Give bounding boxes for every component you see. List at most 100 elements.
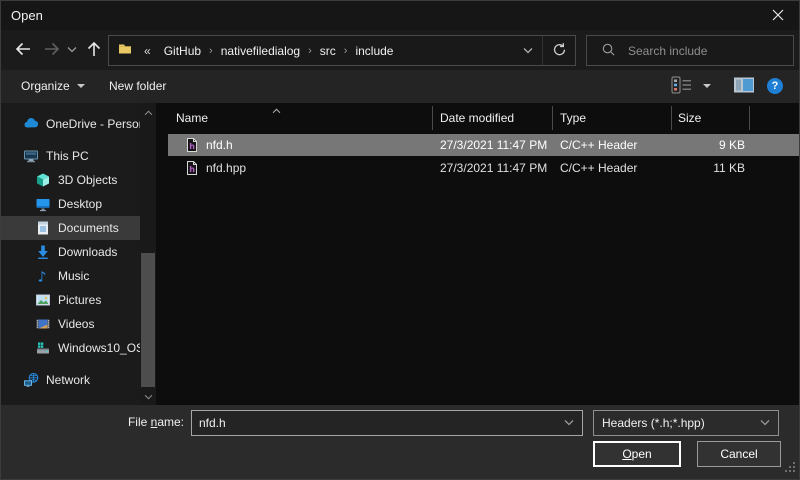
file-name-cell: hnfd.hpp (168, 160, 433, 176)
documents-icon (35, 220, 51, 236)
titlebar: Open (1, 1, 799, 30)
arrow-left-icon (13, 39, 33, 62)
sidebar-item-label: Windows10_OS ( (58, 341, 141, 355)
file-row-nfd-hpp[interactable]: hnfd.hpp27/3/2021 11:47 PMC/C++ Header11… (168, 157, 799, 179)
change-view-dropdown-button[interactable] (695, 70, 719, 102)
breadcrumb-item-src[interactable]: src (312, 44, 344, 58)
sidebar-item-desktop[interactable]: Desktop (1, 192, 141, 216)
sidebar-item-label: Network (46, 373, 90, 387)
preview-pane-button[interactable] (725, 70, 763, 102)
sidebar-item-onedrive-persor[interactable]: OneDrive - Persor (1, 112, 141, 136)
chevron-down-icon (67, 43, 77, 57)
column-header-row: Name Date modified Type Size (168, 103, 799, 133)
file-name-text: nfd.h (206, 138, 233, 152)
sidebar-item-label: Documents (58, 221, 119, 235)
refresh-button[interactable] (542, 36, 575, 65)
file-date-cell: 27/3/2021 11:47 PM (433, 138, 553, 152)
organize-label: Organize (21, 79, 70, 93)
onedrive-icon (23, 116, 39, 132)
new-folder-button[interactable]: New folder (101, 70, 174, 102)
folder-icon (117, 41, 133, 60)
sidebar-item-label: OneDrive - Persor (46, 117, 141, 131)
toolbar: Organize New folder ? (1, 70, 799, 104)
organize-button[interactable]: Organize (13, 70, 93, 102)
file-list: Name Date modified Type Size h nfd.h 27/3/… (156, 103, 799, 405)
column-header-date-modified[interactable]: Date modified (433, 103, 553, 133)
sidebar-item-windows10-os[interactable]: Windows10_OS ( (1, 336, 141, 360)
music-icon: ♪ (35, 268, 51, 284)
sidebar-section: This PC 3D Objects Desktop Documents Downloa… (1, 144, 156, 360)
preview-pane-icon (733, 76, 755, 97)
drive-icon (35, 340, 51, 356)
file-h-icon: h (184, 137, 200, 153)
file-name-dropdown-button[interactable] (556, 411, 582, 435)
up-button[interactable] (81, 37, 107, 63)
file-name-text: nfd.hpp (206, 161, 246, 175)
navigation-pane: OneDrive - Persor This PC 3D Objects Deskto… (1, 103, 156, 405)
file-name-input[interactable] (192, 411, 556, 435)
dialog-footer: File name: Headers (*.h;*.hpp) Open Canc… (1, 405, 799, 479)
sidebar-section: Network (1, 368, 156, 392)
back-button[interactable] (9, 37, 37, 63)
chevron-down-icon (144, 389, 153, 403)
column-header-type[interactable]: Type (553, 103, 672, 133)
forward-button[interactable] (39, 37, 65, 63)
search-box[interactable]: Search include (586, 35, 794, 66)
new-folder-label: New folder (109, 79, 166, 93)
sidebar-item-network[interactable]: Network (1, 368, 141, 392)
cancel-button[interactable]: Cancel (697, 441, 781, 467)
column-header-size[interactable]: Size (672, 103, 750, 133)
address-bar[interactable]: « GitHub›nativefiledialog›src›include (108, 35, 576, 66)
sidebar-item-documents[interactable]: Documents (1, 216, 141, 240)
address-dropdown-button[interactable] (514, 36, 542, 65)
file-type-dropdown-button (752, 411, 778, 435)
open-button[interactable]: Open (593, 441, 681, 467)
breadcrumb-item-include[interactable]: include (347, 44, 401, 58)
sidebar-item-label: This PC (46, 149, 89, 163)
recent-locations-button[interactable] (63, 37, 80, 63)
resize-grip[interactable] (784, 461, 796, 476)
sidebar-item-videos[interactable]: Videos (1, 312, 141, 336)
svg-text:♪: ♪ (38, 270, 47, 285)
sidebar-item-label: Downloads (58, 245, 117, 259)
scrollbar-thumb[interactable] (141, 253, 155, 387)
window-title: Open (11, 8, 43, 23)
sidebar-item-downloads[interactable]: Downloads (1, 240, 141, 264)
column-header-filler (750, 103, 799, 133)
file-name-combobox (191, 410, 583, 436)
breadcrumb-overflow-button[interactable]: « (139, 44, 156, 58)
desktop-icon (35, 196, 51, 212)
downloads-icon (35, 244, 51, 260)
sidebar-item-label: Videos (58, 317, 94, 331)
file-row-nfd-h[interactable]: hnfd.h27/3/2021 11:47 PMC/C++ Header9 KB (168, 134, 799, 156)
sidebar-section: OneDrive - Persor (1, 112, 156, 136)
sidebar-item-3d-objects[interactable]: 3D Objects (1, 168, 141, 192)
sidebar-item-this-pc[interactable]: This PC (1, 144, 141, 168)
search-icon (601, 42, 616, 60)
sidebar-item-pictures[interactable]: Pictures (1, 288, 141, 312)
help-icon: ? (767, 78, 783, 94)
file-date-cell: 27/3/2021 11:47 PM (433, 161, 553, 175)
dropdown-triangle-icon (77, 84, 85, 88)
scroll-down-button[interactable] (140, 389, 156, 403)
sidebar-item-label: Desktop (58, 197, 102, 211)
file-size-cell: 9 KB (672, 138, 750, 152)
file-type-value: Headers (*.h;*.hpp) (594, 416, 752, 430)
search-placeholder: Search include (628, 44, 707, 58)
chevron-down-icon (523, 44, 533, 58)
scroll-up-button[interactable] (140, 105, 156, 119)
breadcrumb-item-github[interactable]: GitHub (156, 44, 209, 58)
svg-text:h: h (189, 142, 195, 151)
navigation-bar: « GitHub›nativefiledialog›src›include Se… (1, 30, 799, 70)
file-type-select[interactable]: Headers (*.h;*.hpp) (593, 410, 779, 436)
close-button[interactable] (761, 3, 795, 29)
sidebar-item-music[interactable]: ♪Music (1, 264, 141, 288)
file-name-cell: h nfd.h (168, 137, 433, 153)
help-button[interactable]: ? (759, 70, 791, 102)
breadcrumb-item-nativefiledialog[interactable]: nativefiledialog (213, 44, 308, 58)
this-pc-icon (23, 148, 39, 164)
close-icon (772, 9, 784, 24)
sidebar-scrollbar[interactable] (140, 103, 156, 405)
column-header-name[interactable]: Name (168, 103, 433, 133)
file-type-cell: C/C++ Header (553, 161, 672, 175)
